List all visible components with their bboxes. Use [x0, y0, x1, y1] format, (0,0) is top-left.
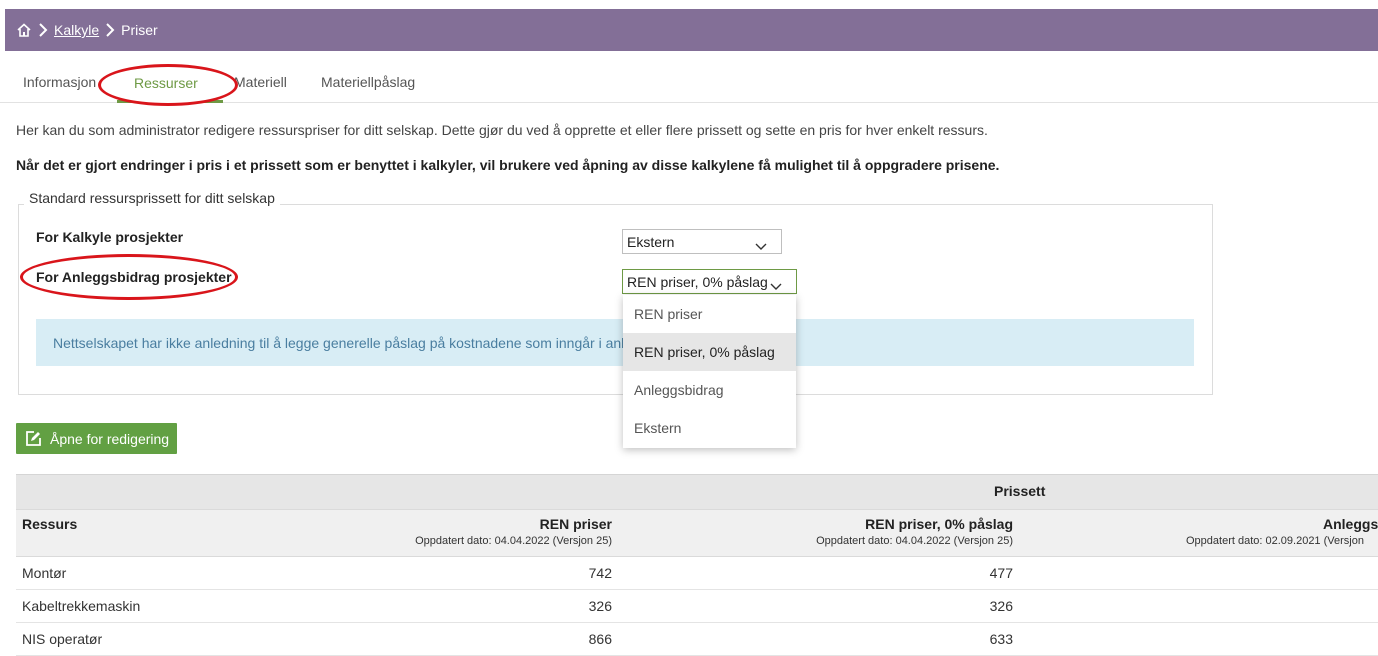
top-bar: Kalkyle Priser [5, 9, 1378, 51]
chevron-down-icon [755, 238, 767, 250]
table-column-header: Ressurs REN priser Oppdatert dato: 04.04… [16, 509, 1378, 557]
dropdown-option[interactable]: Anleggsbidrag [623, 371, 796, 409]
active-tab-indicator [117, 100, 223, 103]
resource-name: NIS operatør [22, 631, 103, 647]
column-header-name[interactable]: Anleggsb [1323, 516, 1378, 532]
chevron-right-icon [38, 23, 48, 37]
table-group-header: Prissett [16, 474, 1378, 509]
anlegg-select[interactable]: REN priser, 0% påslag [622, 269, 797, 294]
prissett-header: Prissett [994, 483, 1046, 499]
tab-ressurser-label[interactable]: Ressurser [134, 75, 198, 91]
column-header-updated: Oppdatert dato: 02.09.2021 (Versjon [1186, 535, 1364, 547]
info-alert: Nettselskapet har ikke anledning til å l… [36, 319, 1194, 366]
anlegg-select-dropdown: REN priser REN priser, 0% påslag Anleggs… [623, 295, 796, 448]
chevron-down-icon [770, 278, 782, 290]
breadcrumb-kalkyle[interactable]: Kalkyle [54, 22, 99, 38]
kalkyle-select[interactable]: Ekstern [622, 229, 782, 254]
column-header-name[interactable]: REN priser [540, 516, 612, 532]
kalkyle-label: For Kalkyle prosjekter [36, 229, 184, 245]
dropdown-option[interactable]: REN priser [623, 295, 796, 333]
chevron-right-icon [105, 23, 115, 37]
open-for-editing-button[interactable]: Åpne for redigering [16, 423, 177, 454]
kalkyle-select-value: Ekstern [627, 234, 675, 250]
tab-bar: Informasjon Ressurser Materiell Materiel… [0, 62, 1378, 103]
anlegg-label: For Anleggsbidrag prosjekter [36, 269, 232, 285]
anlegg-select-value: REN priser, 0% påslag [627, 274, 768, 290]
breadcrumb-current: Priser [121, 22, 158, 38]
price-table: Prissett Ressurs REN priser Oppdatert da… [16, 474, 1378, 656]
price-cell: 742 [588, 565, 612, 581]
price-cell: 633 [989, 631, 1013, 647]
open-for-editing-label: Åpne for redigering [50, 430, 170, 447]
dropdown-option-selected[interactable]: REN priser, 0% påslag [623, 333, 796, 371]
tab-materiellpaslag[interactable]: Materiellpåslag [321, 74, 415, 90]
standard-priceset-panel [18, 204, 1213, 395]
resource-name: Montør [22, 565, 67, 581]
intro-bold-text: Når det er gjort endringer i pris i et p… [16, 157, 1000, 173]
price-cell: 326 [588, 598, 612, 614]
tab-informasjon[interactable]: Informasjon [23, 74, 96, 90]
tab-materiell[interactable]: Materiell [234, 74, 287, 90]
price-cell: 477 [989, 565, 1013, 581]
table-row: Montør 742 477 [16, 557, 1378, 590]
panel-legend: Standard ressursprissett for ditt selska… [24, 190, 280, 206]
column-header-updated: Oppdatert dato: 04.04.2022 (Versjon 25) [415, 535, 612, 547]
resource-name: Kabeltrekkemaskin [22, 598, 141, 614]
intro-text: Her kan du som administrator redigere re… [16, 122, 988, 138]
table-row: Kabeltrekkemaskin 326 326 [16, 590, 1378, 623]
column-header-updated: Oppdatert dato: 04.04.2022 (Versjon 25) [816, 535, 1013, 547]
column-header-name[interactable]: REN priser, 0% påslag [865, 516, 1013, 532]
table-row: NIS operatør 866 633 [16, 623, 1378, 656]
ressurs-header: Ressurs [22, 516, 78, 532]
dropdown-option[interactable]: Ekstern [623, 409, 796, 447]
home-icon[interactable] [16, 22, 32, 38]
edit-icon [25, 430, 42, 447]
price-cell: 326 [989, 598, 1013, 614]
price-cell: 866 [588, 631, 612, 647]
